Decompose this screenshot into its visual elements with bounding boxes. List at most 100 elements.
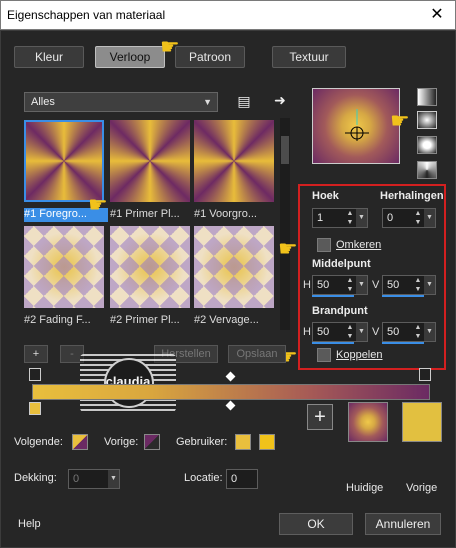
pointing-hand-icon: ☛ [160, 34, 180, 59]
user-color-swatch[interactable] [235, 434, 251, 450]
arrow-right-icon[interactable]: ➜ [272, 92, 288, 108]
add-to-palette-button[interactable]: + [307, 404, 333, 430]
tab-kleur[interactable]: Kleur [14, 46, 84, 68]
previous-gradient-swatch[interactable] [402, 402, 442, 442]
chevron-down-icon[interactable]: ▼ [356, 276, 367, 294]
focal-v-slider[interactable] [382, 342, 424, 344]
next-label: Volgende: [14, 436, 63, 448]
opacity-stop-marker[interactable] [29, 368, 41, 381]
center-h-label: H [303, 279, 311, 291]
repeats-input[interactable]: 0 ▲ ▼ ▼ [382, 208, 436, 228]
gradient-thumb-label: #2 Fading F... [24, 314, 91, 326]
next-swatch[interactable] [72, 434, 88, 450]
current-gradient-swatch[interactable] [348, 402, 388, 442]
spinner-icon[interactable]: ▲ ▼ [413, 323, 423, 341]
center-h-slider[interactable] [312, 295, 354, 297]
gradient-preview[interactable] [312, 88, 400, 164]
location-value: 0 [231, 473, 238, 485]
cancel-button[interactable]: Annuleren [365, 513, 441, 535]
angle-input[interactable]: 1 ▲ ▼ ▼ [312, 208, 368, 228]
chevron-down-icon[interactable]: ▼ [424, 209, 435, 227]
add-stop-button[interactable]: + [24, 345, 48, 363]
gradient-thumb[interactable] [110, 120, 190, 202]
gallery-scrollbar-thumb[interactable] [281, 136, 289, 164]
focal-v-label: V [372, 326, 380, 338]
gradient-thumb[interactable] [24, 226, 104, 308]
gradient-thumb-label: #1 Primer Pl... [110, 208, 180, 220]
opacity-stop-marker[interactable] [419, 368, 431, 381]
user-color-swatch-2[interactable] [259, 434, 275, 450]
gradient-thumb[interactable] [24, 120, 104, 202]
current-label: Huidige [346, 482, 384, 494]
opacity-label: Dekking: [14, 472, 57, 484]
center-v-value: 50 [387, 279, 400, 291]
rectangular-style-button[interactable] [417, 111, 437, 129]
previous-swatch-label: Vorige [406, 482, 438, 494]
focal-label: Brandpunt [312, 305, 368, 317]
notepad-icon[interactable]: ▤ [236, 93, 252, 109]
gradient-bar[interactable] [32, 384, 430, 400]
invert-checkbox[interactable] [317, 238, 331, 252]
center-v-slider[interactable] [382, 295, 424, 297]
tab-patroon[interactable]: Patroon [175, 46, 245, 68]
spinner-icon[interactable]: ▲ ▼ [413, 209, 423, 227]
focal-v-input[interactable]: 50 ▲ ▼ ▼ [382, 322, 436, 342]
focal-h-input[interactable]: 50 ▲ ▼ ▼ [312, 322, 368, 342]
window-title: Eigenschappen van materiaal [7, 8, 166, 22]
center-label: Middelpunt [312, 258, 371, 270]
gradient-thumb-label: #1 Voorgro... [194, 208, 257, 220]
center-crosshair-icon [345, 109, 369, 141]
spinner-icon[interactable]: ▲ ▼ [345, 323, 355, 341]
invert-label[interactable]: Omkeren [336, 239, 381, 251]
chevron-down-icon: ▼ [203, 97, 212, 107]
opacity-input[interactable]: 0 ▼ [68, 469, 120, 489]
link-label[interactable]: Koppelen [336, 349, 383, 361]
chevron-down-icon[interactable]: ▼ [424, 323, 435, 341]
spinner-icon[interactable]: ▲ ▼ [345, 209, 355, 227]
chevron-down-icon[interactable]: ▼ [356, 209, 367, 227]
gallery-filter-select[interactable]: Alles ▼ [24, 92, 218, 112]
chevron-down-icon[interactable]: ▼ [108, 470, 119, 488]
center-h-input[interactable]: 50 ▲ ▼ ▼ [312, 275, 368, 295]
gallery-filter-value: Alles [31, 96, 55, 108]
tab-verloop[interactable]: Verloop [95, 46, 165, 68]
pointing-hand-icon: ☛ [88, 192, 108, 217]
spinner-icon[interactable]: ▲ ▼ [345, 276, 355, 294]
user-label: Gebruiker: [176, 436, 228, 448]
save-button[interactable]: Opslaan [228, 345, 286, 363]
pointing-hand-icon: ☛ [390, 108, 410, 133]
focal-v-value: 50 [387, 326, 400, 338]
ok-button[interactable]: OK [279, 513, 353, 535]
sunburst-style-button[interactable] [417, 136, 437, 154]
gradient-thumb[interactable] [110, 226, 190, 308]
tab-textuur[interactable]: Textuur [272, 46, 346, 68]
chevron-down-icon[interactable]: ▼ [424, 276, 435, 294]
radial-style-button[interactable] [417, 161, 437, 179]
gradient-thumb[interactable] [194, 226, 274, 308]
location-label: Locatie: [184, 472, 223, 484]
opacity-value: 0 [73, 473, 80, 485]
focal-h-value: 50 [317, 326, 330, 338]
help-link[interactable]: Help [18, 518, 41, 530]
center-h-value: 50 [317, 279, 330, 291]
location-input[interactable]: 0 [226, 469, 258, 489]
gradient-thumb-label: #2 Vervage... [194, 314, 259, 326]
focal-h-label: H [303, 326, 311, 338]
gradient-thumb-label: #2 Primer Pl... [110, 314, 180, 326]
repeats-label: Herhalingen [380, 190, 444, 202]
repeats-value: 0 [387, 212, 394, 224]
spinner-icon[interactable]: ▲ ▼ [413, 276, 423, 294]
color-stop-marker[interactable] [29, 402, 41, 415]
previous-label: Vorige: [104, 436, 139, 448]
center-v-input[interactable]: 50 ▲ ▼ ▼ [382, 275, 436, 295]
watermark-text: claudia [105, 374, 151, 389]
angle-label: Hoek [312, 190, 339, 202]
focal-h-slider[interactable] [312, 342, 354, 344]
chevron-down-icon[interactable]: ▼ [356, 323, 367, 341]
center-v-label: V [372, 279, 380, 291]
previous-swatch[interactable] [144, 434, 160, 450]
linear-style-button[interactable] [417, 88, 437, 106]
link-checkbox[interactable] [317, 348, 331, 362]
gradient-thumb[interactable] [194, 120, 274, 202]
close-button[interactable]: ✕ [425, 4, 449, 26]
